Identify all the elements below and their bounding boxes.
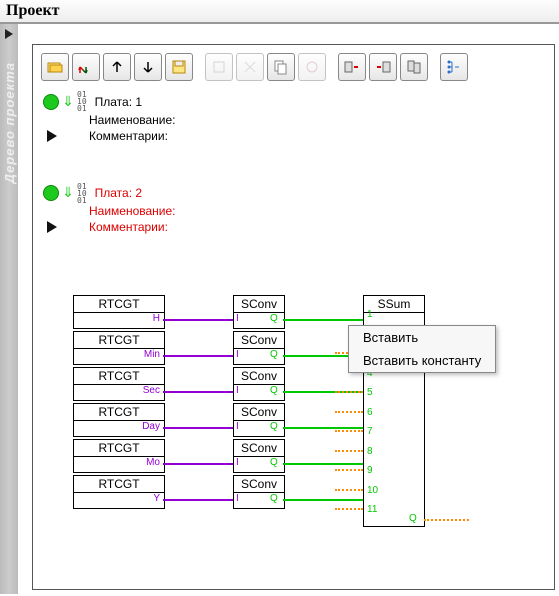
tb-del-left-icon[interactable] <box>338 53 366 81</box>
status-dot-icon <box>43 185 59 201</box>
block-diagram[interactable]: RTCGTHRTCGTMinRTCGTSecRTCGTDayRTCGTMoRTC… <box>73 295 543 575</box>
port-q: Q <box>270 421 278 432</box>
port-q: Q <box>270 313 278 324</box>
block-header: RTCGT <box>74 404 164 421</box>
tb-open-icon[interactable] <box>41 53 69 81</box>
ctx-insert-constant[interactable]: Вставить константу <box>349 349 495 372</box>
block-header: SConv <box>234 296 284 313</box>
sidebar-project-tree[interactable]: Дерево проекта <box>0 24 18 594</box>
signal-icon: ⇓ <box>63 188 73 198</box>
tb-paste-icon <box>298 53 326 81</box>
plata-group-2: ⇓ 011001 Плата: 2 Наименование: Коммента… <box>43 183 548 235</box>
wire <box>283 499 363 501</box>
plata-group-1: ⇓ 011001 Плата: 1 Наименование: Коммента… <box>43 91 548 143</box>
wire <box>283 319 363 321</box>
wire <box>335 450 363 452</box>
port-q: Q <box>409 513 417 524</box>
port-q: Q <box>270 385 278 396</box>
port-label: Y <box>135 493 160 504</box>
wire <box>335 489 363 491</box>
ssum-pin: 5 <box>367 387 373 398</box>
ssum-pin: 1 <box>367 309 373 320</box>
port-i: I <box>236 493 239 504</box>
wire <box>163 499 233 501</box>
port-i: I <box>236 421 239 432</box>
block-header: SConv <box>234 476 284 493</box>
wire <box>163 319 233 321</box>
port-label: Day <box>135 421 160 432</box>
tb-del-right-icon[interactable] <box>369 53 397 81</box>
port-q: Q <box>270 457 278 468</box>
port-label: H <box>135 313 160 324</box>
block-header: SConv <box>234 332 284 349</box>
ssum-pin: 9 <box>367 465 373 476</box>
context-menu: Вставить Вставить константу <box>348 325 496 373</box>
wire <box>335 411 363 413</box>
ssum-pin: 10 <box>367 485 378 496</box>
port-q: Q <box>270 349 278 360</box>
block-header: RTCGT <box>74 368 164 385</box>
bits-icon: 011001 <box>77 183 87 205</box>
port-i: I <box>236 385 239 396</box>
wire <box>424 519 469 521</box>
block-header: SConv <box>234 440 284 457</box>
block-header: SConv <box>234 368 284 385</box>
port-label: Sec <box>135 385 160 396</box>
status-dot-icon <box>43 94 59 110</box>
wire <box>335 430 363 432</box>
ssum-pin: 11 <box>367 504 377 515</box>
plata-name-label: Наименование: <box>89 204 548 218</box>
wire <box>163 427 233 429</box>
port-label: Min <box>135 349 160 360</box>
window-title: Проект <box>0 0 559 24</box>
plata-title: Плата: 2 <box>95 186 142 200</box>
tb-scissors-icon <box>236 53 264 81</box>
block-header: SConv <box>234 404 284 421</box>
wire <box>163 463 233 465</box>
plata-comment-label: Комментарии: <box>89 220 168 234</box>
tb-save-icon[interactable] <box>165 53 193 81</box>
tb-down-icon[interactable] <box>134 53 162 81</box>
ssum-pin: 7 <box>367 426 373 437</box>
block-header: RTCGT <box>74 296 164 313</box>
tb-refresh-icon[interactable] <box>72 53 100 81</box>
port-i: I <box>236 457 239 468</box>
bits-icon: 011001 <box>77 91 87 113</box>
expand-arrow-icon[interactable] <box>47 130 57 142</box>
plata-comment-label: Комментарии: <box>89 129 168 143</box>
tb-up-icon[interactable] <box>103 53 131 81</box>
block-header: RTCGT <box>74 476 164 493</box>
wire <box>335 508 363 510</box>
tb-tree-icon[interactable] <box>440 53 468 81</box>
block-header: SSum <box>364 296 424 313</box>
port-label: Mo <box>135 457 160 468</box>
port-i: I <box>236 313 239 324</box>
ssum-pin: 6 <box>367 407 373 418</box>
toolbar <box>39 51 548 83</box>
sidebar-expand-icon <box>5 29 13 39</box>
wire <box>163 391 233 393</box>
tb-dup-icon[interactable] <box>400 53 428 81</box>
plata-name-label: Наименование: <box>89 113 548 127</box>
port-q: Q <box>270 493 278 504</box>
plata-title: Плата: 1 <box>95 95 142 109</box>
sidebar-label: Дерево проекта <box>2 62 17 183</box>
signal-icon: ⇓ <box>63 97 73 107</box>
ssum-pin: 8 <box>367 446 373 457</box>
wire <box>283 463 363 465</box>
tb-cut-icon <box>205 53 233 81</box>
tb-copy-icon[interactable] <box>267 53 295 81</box>
wire <box>335 469 363 471</box>
port-i: I <box>236 349 239 360</box>
block-header: RTCGT <box>74 440 164 457</box>
expand-arrow-icon[interactable] <box>47 221 57 233</box>
wire <box>163 355 233 357</box>
wire <box>283 427 363 429</box>
block-header: RTCGT <box>74 332 164 349</box>
ctx-insert[interactable]: Вставить <box>349 326 495 349</box>
wire <box>335 391 363 393</box>
